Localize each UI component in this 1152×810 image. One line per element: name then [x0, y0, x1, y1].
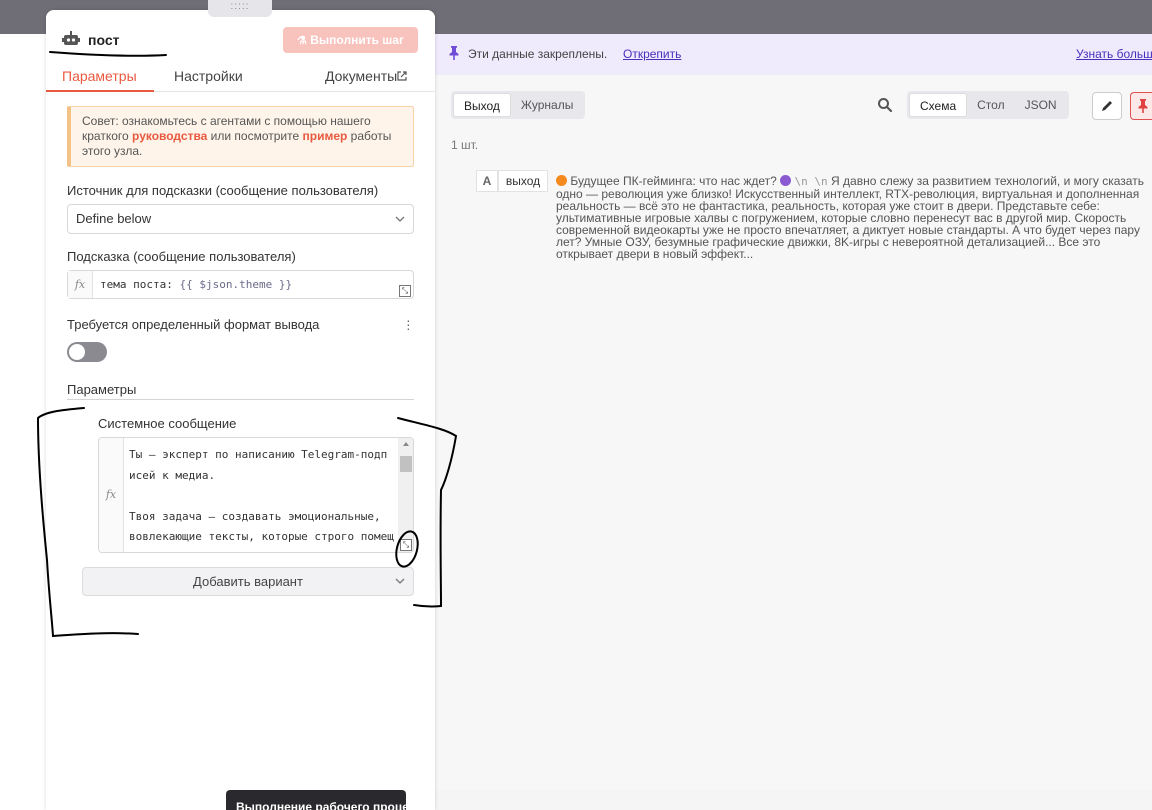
canvas-footer — [434, 790, 1152, 810]
execute-step-button[interactable]: ⚗ Выполнить шаг — [283, 27, 418, 53]
toggle-knob — [69, 344, 85, 360]
value-rest: Я давно слежу за развитием технологий, и… — [556, 174, 1144, 261]
source-value: Define below — [76, 211, 152, 226]
fx-icon: fx — [68, 271, 93, 298]
unpin-button[interactable] — [1130, 92, 1152, 120]
options-divider — [67, 399, 414, 400]
item-count: 1 шт. — [451, 138, 479, 152]
active-tab-indicator — [46, 90, 154, 92]
node-title[interactable]: пост — [88, 32, 119, 48]
more-options-icon[interactable]: · · · — [406, 313, 411, 335]
options-heading: Параметры — [67, 382, 137, 397]
drag-handle[interactable]: ::::: — [208, 0, 272, 17]
tab-logs[interactable]: Журналы — [511, 93, 583, 117]
source-select[interactable]: Define below — [67, 204, 414, 234]
add-option-button[interactable]: Добавить вариант — [82, 567, 414, 596]
format-label: Требуется определенный формат вывода — [67, 317, 320, 332]
field-type-badge: A — [476, 170, 498, 192]
add-option-label: Добавить вариант — [193, 574, 303, 589]
tab-settings[interactable]: Настройки — [174, 68, 243, 84]
example-link[interactable]: пример — [303, 129, 348, 143]
expand-icon[interactable]: ⤡ — [400, 539, 412, 551]
scroll-up-icon[interactable] — [403, 442, 409, 446]
output-tabs: Выход Журналы — [451, 91, 586, 119]
edit-button[interactable] — [1092, 92, 1122, 120]
robot-icon — [62, 31, 80, 45]
value-start: Будущее ПК-гейминга: что нас ждет? — [570, 174, 777, 188]
external-link-icon — [397, 71, 407, 81]
tab-output[interactable]: Выход — [453, 93, 511, 117]
purple-emoji-icon — [780, 175, 792, 186]
view-table[interactable]: Стол — [967, 93, 1014, 117]
pin-icon — [448, 46, 462, 62]
view-schema[interactable]: Схема — [909, 93, 968, 117]
pencil-icon — [1102, 101, 1112, 111]
execute-step-label: Выполнить шаг — [310, 33, 404, 47]
prompt-value: тема поста: {{ $json.theme }} — [100, 278, 292, 291]
source-label: Источник для подсказки (сообщение пользо… — [67, 183, 379, 198]
prompt-text: тема поста: — [100, 278, 180, 291]
system-message-label: Системное сообщение — [98, 416, 237, 431]
unpin-link[interactable]: Открепить — [623, 46, 681, 62]
search-icon[interactable] — [877, 97, 893, 113]
tab-parameters[interactable]: Параметры — [62, 68, 137, 84]
pinned-text: Эти данные закреплены. — [468, 47, 608, 61]
pinned-banner: Эти данные закреплены. Открепить Узнать … — [434, 34, 1152, 75]
prompt-label: Подсказка (сообщение пользователя) — [67, 249, 296, 264]
pin-off-icon — [1138, 99, 1148, 113]
tip-text-2: или посмотрите — [207, 129, 303, 143]
canvas-left — [0, 34, 46, 810]
system-message-text: Ты — эксперт по написанию Telegram-подп … — [129, 448, 394, 552]
format-toggle[interactable] — [67, 342, 107, 362]
field-key[interactable]: выход — [498, 170, 548, 192]
tip-callout: Совет: ознакомьтесь с агентами с помощью… — [67, 106, 414, 167]
fx-icon: fx — [99, 438, 124, 552]
node-panel: пост ⚗ Выполнить шаг Параметры Настройки… — [46, 10, 435, 810]
docs-label: Документы — [325, 68, 398, 84]
panel-header: пост ⚗ Выполнить шаг Параметры Настройки… — [46, 10, 435, 92]
execute-workflow-tooltip: Выполнение рабочего процесса — [226, 790, 406, 810]
prompt-expression: {{ $json.theme }} — [179, 278, 293, 291]
fire-emoji-icon — [556, 175, 567, 186]
learn-more-link[interactable]: Узнать больше — [1076, 46, 1152, 62]
flask-icon: ⚗ — [297, 35, 307, 47]
tab-docs[interactable]: Документы — [325, 68, 407, 84]
field-value[interactable]: Будущее ПК-гейминга: что нас ждет? \n \n… — [556, 175, 1152, 260]
chevron-down-icon — [395, 578, 405, 584]
expand-icon[interactable]: ⤡ — [399, 285, 411, 297]
system-message-input[interactable]: fx Ты — эксперт по написанию Telegram-по… — [98, 437, 414, 553]
output-panel — [434, 34, 1152, 790]
scroll-thumb[interactable] — [400, 456, 412, 472]
tutorial-link[interactable]: руководства — [132, 129, 207, 143]
chevron-down-icon — [395, 216, 405, 222]
view-mode-switch: Схема Стол JSON — [907, 91, 1069, 119]
view-json[interactable]: JSON — [1015, 93, 1067, 117]
prompt-input[interactable]: fx тема поста: {{ $json.theme }} ⤡ — [67, 270, 414, 299]
scrollbar[interactable] — [398, 438, 413, 552]
